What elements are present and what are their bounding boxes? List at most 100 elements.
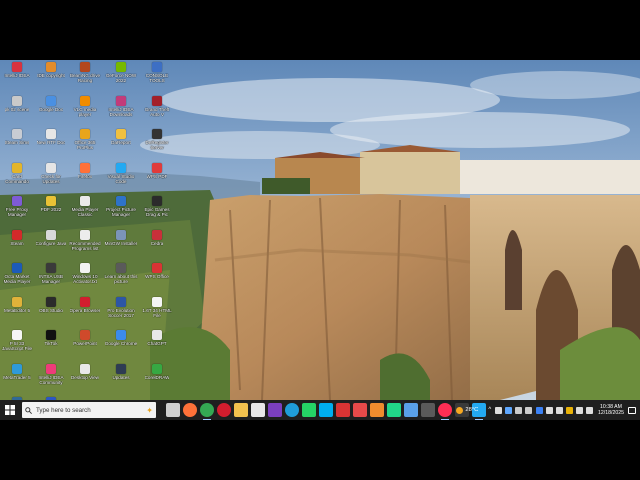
- desktop-icon-label: WPS PDF: [146, 173, 168, 179]
- desktop-icon[interactable]: DaReport: [104, 129, 138, 145]
- taskbar-app-opera-gx[interactable]: [437, 403, 452, 420]
- taskbar-app-store[interactable]: [369, 403, 384, 417]
- tray-icon[interactable]: [576, 406, 584, 414]
- desktop-icon[interactable]: IDE copyright: [34, 62, 68, 78]
- desktop-icon[interactable]: DeRegister Server: [140, 129, 174, 150]
- desktop-icon[interactable]: IntelliJ IDEA Downloads: [104, 95, 138, 117]
- taskbar-app-photos[interactable]: [403, 403, 418, 417]
- desktop-icon[interactable]: WPS Office: [140, 263, 174, 279]
- desktop-icon[interactable]: OBS Studio: [34, 296, 68, 313]
- desktop-icon[interactable]: Project Picture Manager: [104, 196, 138, 217]
- tray-icon[interactable]: [555, 406, 563, 414]
- system-tray: 28°C ^ 10:38 AM 12/18/2025: [456, 400, 640, 420]
- taskbar-app-firefox[interactable]: [182, 403, 197, 417]
- taskbar-app-edge[interactable]: [284, 403, 299, 417]
- desktop-icon[interactable]: IntelliJ IDEA: [0, 62, 34, 78]
- app-icon: [46, 162, 56, 173]
- desktop-icon[interactable]: Recommended Programs list: [68, 229, 102, 251]
- taskbar-app-chrome[interactable]: [199, 403, 214, 420]
- tray-icon[interactable]: [525, 406, 533, 414]
- desktop-icon-label: Project Picture Manager: [106, 207, 136, 217]
- tray-icon[interactable]: [586, 406, 594, 414]
- desktop-icon[interactable]: Visual Studio Code: [104, 162, 138, 184]
- desktop-icon[interactable]: Steam: [0, 229, 34, 246]
- desktop-icon[interactable]: CorelDRAW: [140, 363, 174, 380]
- desktop-icon[interactable]: Windows 10 Activator.txt: [68, 263, 102, 284]
- desktop-icon[interactable]: Desktop View: [68, 363, 102, 380]
- desktop-icon-label: IntelliJ IDEA: [4, 73, 30, 78]
- desktop-icon[interactable]: Learn about this picture: [104, 263, 138, 284]
- desktop-icon[interactable]: MinGW Installer: [104, 229, 138, 246]
- desktop-icon-label: BeamNG.drive Racing: [69, 73, 101, 83]
- taskbar-app-wps-pdf[interactable]: [352, 403, 367, 417]
- desktop-icon[interactable]: Google Chrome: [104, 330, 138, 346]
- app-icon: [12, 62, 22, 72]
- taskbar-app-vpn[interactable]: [420, 403, 435, 417]
- desktop-icon-label: DaReport: [111, 140, 131, 145]
- desktop-icon[interactable]: Configure Java: [34, 229, 68, 246]
- tray-icon[interactable]: [566, 406, 574, 414]
- desktop-icon[interactable]: Opera Browser: [68, 296, 102, 313]
- taskbar-app-task-view[interactable]: [165, 403, 180, 417]
- taskbar-app-file-explorer[interactable]: [233, 403, 248, 417]
- desktop-icon[interactable]: Epic Games Drag & Pic: [140, 196, 174, 217]
- desktop-icon[interactable]: 1.6T 34 HTML File: [140, 296, 174, 318]
- desktop-icon[interactable]: MetaEditor 5: [0, 296, 34, 313]
- tray-icon[interactable]: [494, 406, 502, 414]
- desktop-icon[interactable]: GeForce NOW 2022: [104, 62, 138, 83]
- desktop-icon[interactable]: INTSA USB Manager: [34, 263, 68, 284]
- tray-icon[interactable]: [515, 406, 523, 414]
- start-button[interactable]: [0, 400, 20, 420]
- desktop-icon[interactable]: Firefox: [68, 162, 102, 179]
- clock[interactable]: 10:38 AM 12/18/2025: [598, 404, 624, 416]
- app-icon: [12, 162, 22, 173]
- desktop-icon-label: 1.6T 34 HTML File: [142, 307, 172, 318]
- desktop-icon[interactable]: Updates: [104, 363, 138, 380]
- notification-icon[interactable]: [628, 406, 636, 414]
- chevron-up-icon[interactable]: ^: [488, 407, 491, 413]
- taskbar-app-whatsapp[interactable]: [301, 403, 316, 417]
- desktop-icon[interactable]: Octa Market Media Player: [0, 263, 34, 284]
- desktop-icon-grid: IntelliJ IDEA IDE copyright BeamNG.drive R…: [0, 60, 640, 413]
- weather-widget[interactable]: 28°C: [456, 406, 478, 414]
- taskbar-app-notepad[interactable]: [250, 403, 265, 417]
- app-icon: [80, 296, 90, 307]
- taskbar-app-wps-office[interactable]: [335, 403, 350, 417]
- desktop-icon[interactable]: Free Proxy Manager: [0, 196, 34, 217]
- desktop-icon[interactable]: New RTF Doc: [34, 129, 68, 145]
- desktop-icon-label: Visual Studio Code: [107, 173, 135, 184]
- desktop-icon[interactable]: pk 02 scene: [0, 95, 34, 112]
- desktop-icon[interactable]: Steam Sims: [0, 129, 34, 145]
- taskbar-app-skype[interactable]: [318, 403, 333, 417]
- desktop-icon[interactable]: Media Player Classic: [68, 196, 102, 217]
- desktop-icon[interactable]: Card Commando: [0, 162, 34, 184]
- app-icon: [46, 296, 56, 307]
- desktop-icon[interactable]: WPS PDF: [140, 162, 174, 179]
- app-icon: [116, 129, 126, 139]
- desktop-icon[interactable]: Pro Evolution Soccer 2017: [104, 296, 138, 318]
- desktop-icon[interactable]: P 5I 33 JavaScript File: [0, 330, 34, 351]
- desktop-icon[interactable]: Google Doc: [34, 95, 68, 112]
- desktop-icon[interactable]: Check for Updates: [34, 162, 68, 184]
- desktop-icon[interactable]: IntelliJ IDEA Community: [34, 363, 68, 385]
- tray-icon[interactable]: [504, 406, 512, 414]
- desktop-icon[interactable]: MetaTrader 5: [0, 363, 34, 380]
- taskbar-app-onenote[interactable]: [267, 403, 282, 417]
- desktop-icon[interactable]: PDF 2022: [34, 196, 68, 212]
- desktop-icon[interactable]: BeamNG.drive Racing: [68, 62, 102, 83]
- tray-icon[interactable]: [545, 406, 553, 414]
- taskbar-app-opera[interactable]: [216, 403, 231, 417]
- desktop-icon[interactable]: CONSOLE TOOLS: [140, 62, 174, 83]
- desktop-icon[interactable]: Office 365 ProPlus: [68, 129, 102, 150]
- app-icon: [152, 296, 162, 307]
- desktop-icon[interactable]: PowerPoint: [68, 330, 102, 346]
- desktop-icon[interactable]: TikTok: [34, 330, 68, 346]
- desktop-icon-label: GeForce NOW 2022: [105, 73, 137, 83]
- desktop-icon[interactable]: Cedra: [140, 229, 174, 246]
- tray-icon[interactable]: [535, 406, 543, 414]
- desktop-icon[interactable]: ChatGPT: [140, 330, 174, 346]
- search-input[interactable]: Type here to search ✦: [22, 402, 156, 418]
- desktop-icon[interactable]: Grand Theft Auto V: [140, 95, 174, 117]
- taskbar-app-pycharm[interactable]: [386, 403, 401, 417]
- desktop-icon[interactable]: VLC media player: [68, 95, 102, 117]
